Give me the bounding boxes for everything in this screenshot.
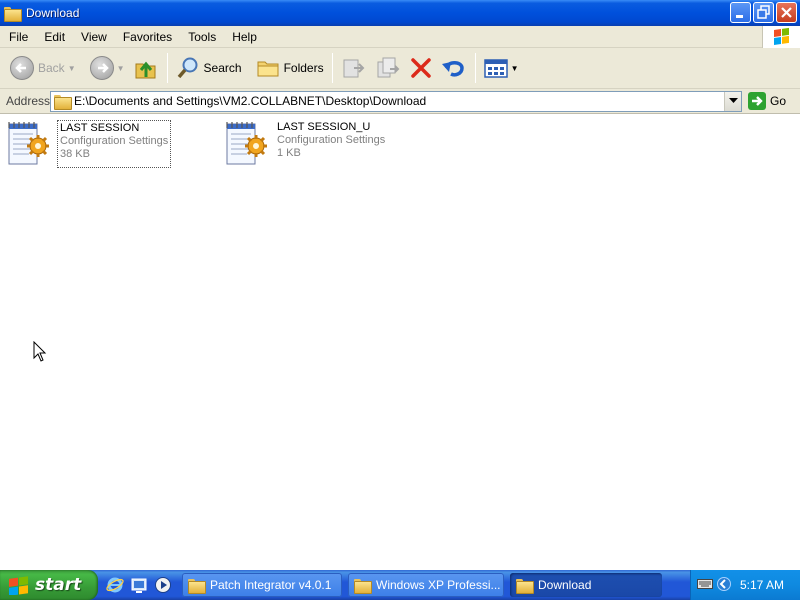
window-controls [730, 2, 797, 23]
close-button[interactable] [776, 2, 797, 23]
address-dropdown-button[interactable] [724, 91, 741, 111]
windows-logo-icon [8, 575, 30, 596]
file-details: LAST SESSION_U Configuration Settings 1 … [275, 120, 387, 168]
search-label: Search [203, 61, 242, 75]
show-desktop-icon[interactable] [130, 576, 148, 594]
copy-to-button[interactable] [371, 51, 405, 85]
search-icon [177, 57, 198, 79]
task-label: Windows XP Professi... [376, 578, 501, 592]
windows-logo-icon [762, 26, 800, 48]
close-icon [781, 7, 792, 18]
views-icon [483, 59, 508, 78]
folder-icon [516, 578, 534, 594]
go-button[interactable]: Go [748, 92, 786, 110]
minimize-button[interactable] [730, 2, 751, 23]
file-list-view[interactable]: LAST SESSION Configuration Settings 38 K… [0, 115, 800, 570]
views-button[interactable]: ▼ [480, 51, 523, 85]
delete-button[interactable] [405, 51, 437, 85]
start-label: start [35, 575, 82, 595]
file-name: LAST SESSION_U [277, 121, 371, 133]
menu-favorites[interactable]: Favorites [115, 26, 180, 48]
go-arrow-icon [748, 92, 766, 110]
folder-icon [4, 6, 22, 22]
move-to-icon [343, 59, 364, 78]
file-details: LAST SESSION Configuration Settings 38 K… [57, 120, 172, 168]
folders-label: Folders [283, 61, 324, 75]
toolbar-separator [166, 53, 168, 83]
media-player-icon[interactable] [154, 576, 172, 594]
chevron-down-icon [728, 98, 738, 103]
menu-view[interactable]: View [73, 26, 115, 48]
back-arrow-icon [10, 56, 34, 80]
file-item[interactable]: LAST SESSION_U Configuration Settings 1 … [224, 120, 387, 168]
toolbar-separator [331, 53, 333, 83]
folders-icon [257, 61, 279, 77]
delete-x-icon [410, 58, 431, 78]
menu-help[interactable]: Help [224, 26, 265, 48]
search-button[interactable]: Search [172, 51, 246, 85]
toolbar: Back ▼ ▼ Search Folders ▼ [0, 48, 800, 89]
task-label: Patch Integrator v4.0.1 [210, 578, 332, 592]
taskbar-button-windows-xp[interactable]: Windows XP Professi... [348, 573, 504, 597]
chevron-down-icon[interactable]: ▼ [117, 64, 125, 73]
keyboard-icon[interactable] [697, 578, 713, 593]
folders-button[interactable]: Folders [252, 51, 328, 85]
address-bar: Address E:\Documents and Settings\VM2.CO… [0, 89, 800, 114]
menu-edit[interactable]: Edit [36, 26, 73, 48]
undo-icon [441, 61, 464, 77]
file-type: Configuration Settings [60, 135, 169, 147]
title-bar[interactable]: Download [0, 0, 800, 26]
file-size: 38 KB [60, 148, 90, 160]
folder-icon [188, 578, 206, 594]
folder-icon [354, 578, 372, 594]
go-label: Go [770, 94, 787, 108]
taskbar: start Patch Integrator v4.0.1 Windows XP… [0, 570, 800, 600]
task-label: Download [538, 578, 592, 592]
up-folder-icon [135, 61, 156, 79]
menu-bar: File Edit View Favorites Tools Help [0, 26, 800, 48]
chevron-down-icon[interactable]: ▼ [511, 64, 519, 73]
back-button[interactable]: Back ▼ [6, 51, 80, 85]
toolbar-separator [474, 53, 476, 83]
mouse-cursor-icon [33, 341, 47, 362]
address-label: Address [6, 94, 51, 108]
start-button[interactable]: start [0, 570, 98, 600]
tray-expand-icon[interactable] [717, 577, 731, 591]
restore-icon [757, 5, 770, 19]
quick-launch [106, 570, 172, 600]
file-size: 1 KB [277, 147, 301, 159]
undo-button[interactable] [437, 51, 471, 85]
forward-button[interactable]: ▼ [86, 51, 129, 85]
file-type: Configuration Settings [277, 134, 386, 146]
folder-icon [54, 94, 72, 110]
back-label: Back [38, 61, 65, 75]
address-input[interactable]: E:\Documents and Settings\VM2.COLLABNET\… [50, 90, 742, 112]
window-title: Download [26, 6, 80, 20]
system-tray: 5:17 AM [690, 570, 800, 600]
up-folder-button[interactable] [129, 51, 163, 85]
forward-arrow-icon [89, 56, 114, 80]
address-path: E:\Documents and Settings\VM2.COLLABNET\… [74, 94, 427, 108]
copy-to-icon [377, 57, 399, 78]
file-item[interactable]: LAST SESSION Configuration Settings 38 K… [6, 120, 172, 168]
config-settings-file-icon [224, 120, 270, 168]
maximize-button[interactable] [753, 2, 774, 23]
menu-file[interactable]: File [0, 26, 36, 48]
taskbar-button-download[interactable]: Download [510, 573, 662, 597]
file-name: LAST SESSION [60, 122, 140, 134]
menu-tools[interactable]: Tools [180, 26, 224, 48]
taskbar-button-patch-integrator[interactable]: Patch Integrator v4.0.1 [182, 573, 342, 597]
config-settings-file-icon [6, 120, 52, 168]
move-to-button[interactable] [337, 51, 371, 85]
minimize-icon [736, 15, 743, 18]
clock[interactable]: 5:17 AM [740, 578, 784, 592]
chevron-down-icon[interactable]: ▼ [68, 64, 76, 73]
internet-explorer-icon[interactable] [106, 576, 124, 594]
